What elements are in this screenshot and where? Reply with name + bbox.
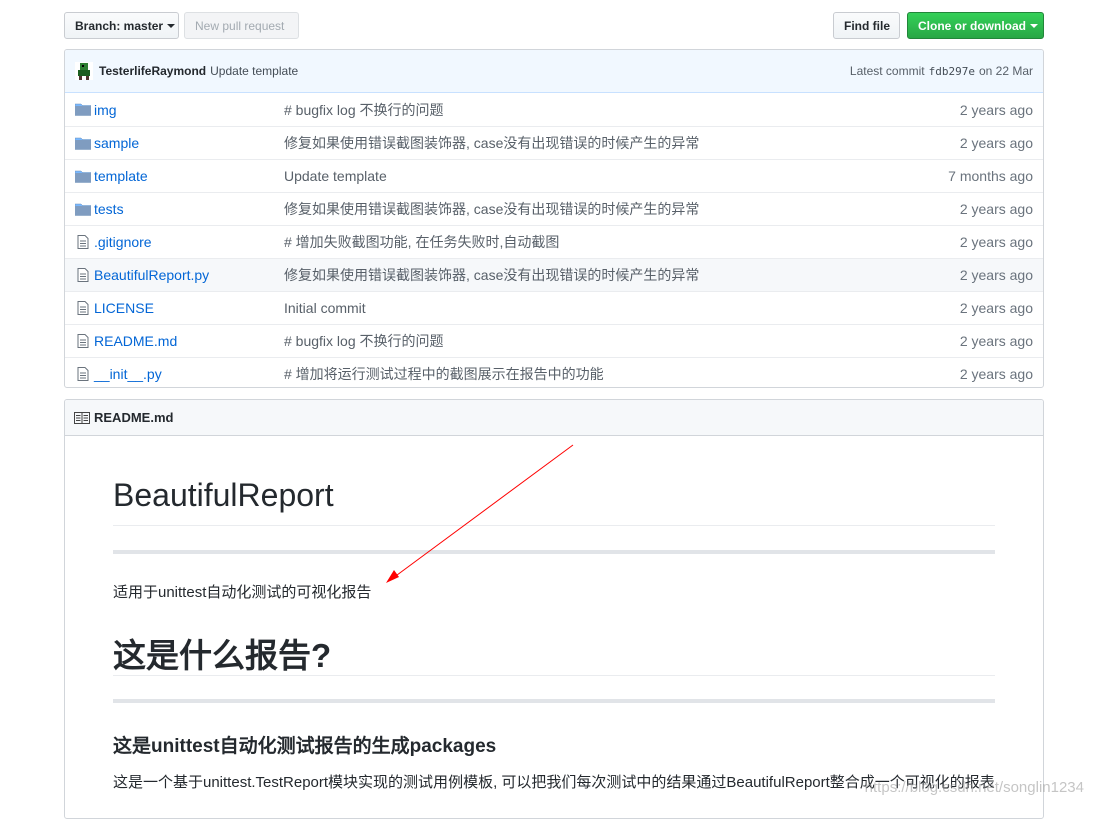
file-name-link[interactable]: template: [94, 168, 148, 184]
commit-age: 2 years ago: [959, 300, 1033, 316]
file-name-link[interactable]: .gitignore: [94, 234, 152, 250]
file-name-link[interactable]: __init__.py: [94, 366, 162, 382]
folder-icon: [74, 102, 92, 116]
horizontal-rule: [113, 550, 995, 554]
file-row: LICENSE Initial commit 2 years ago: [65, 291, 1043, 324]
commit-age: 2 years ago: [959, 101, 1033, 118]
commit-message-link[interactable]: Update template: [210, 64, 298, 78]
file-name-link[interactable]: LICENSE: [94, 300, 154, 316]
commit-message-link[interactable]: 修复如果使用错误截图装饰器, case没有出现错误的时候产生的异常: [284, 265, 699, 285]
find-file-button[interactable]: Find file: [833, 12, 900, 39]
repo-toolbar: Branch: master New pull request Find fil…: [64, 12, 1044, 39]
commit-message-link[interactable]: # 增加将运行测试过程中的截图展示在报告中的功能: [284, 364, 604, 384]
file-icon: [75, 235, 91, 249]
commit-age: 2 years ago: [959, 201, 1033, 217]
readme-filename: README.md: [94, 410, 174, 425]
file-icon: [75, 268, 91, 282]
clone-label: Clone or download: [918, 18, 1026, 33]
file-row: tests 修复如果使用错误截图装饰器, case没有出现错误的时候产生的异常 2 …: [65, 192, 1043, 225]
file-icon: [75, 301, 91, 315]
branch-select-button[interactable]: Branch: master: [64, 12, 179, 39]
commit-age: 2 years ago: [959, 135, 1033, 151]
folder-icon: [74, 169, 92, 183]
commit-message-link[interactable]: 修复如果使用错误截图装饰器, case没有出现错误的时候产生的异常: [284, 133, 699, 153]
readme-title: BeautifulReport: [113, 477, 334, 513]
commit-message-link[interactable]: Initial commit: [284, 300, 366, 316]
file-icon: [75, 334, 91, 348]
watermark: https://blog.csdn.net/songlin1234: [864, 779, 1084, 796]
latest-commit-label: Latest commit: [849, 64, 925, 78]
commit-sha-link[interactable]: fdb297e: [929, 65, 975, 78]
new-pull-request-button[interactable]: New pull request: [184, 12, 299, 39]
commit-message-link[interactable]: # bugfix log 不换行的问题: [284, 100, 444, 120]
find-file-label: Find file: [844, 18, 890, 33]
file-row: __init__.py # 增加将运行测试过程中的截图展示在报告中的功能 2 yea…: [65, 357, 1043, 387]
readme-heading-what: 这是什么报告?: [113, 637, 332, 674]
file-row: BeautifulReport.py 修复如果使用错误截图装饰器, case没有出…: [65, 258, 1043, 291]
chevron-down-icon: [1030, 23, 1038, 28]
file-name-link[interactable]: tests: [94, 201, 124, 217]
commit-message-link[interactable]: 修复如果使用错误截图装饰器, case没有出现错误的时候产生的异常: [284, 199, 699, 219]
file-name-link[interactable]: README.md: [94, 333, 177, 349]
file-name-link[interactable]: img: [94, 102, 117, 118]
commit-message-link[interactable]: # 增加失败截图功能, 在任务失败时,自动截图: [284, 232, 559, 252]
heading-divider: [113, 525, 995, 526]
avatar[interactable]: [75, 62, 93, 80]
readme-panel: README.md BeautifulReport 适用于unittest自动化…: [64, 399, 1044, 819]
commit-date: on 22 Mar: [978, 64, 1033, 78]
file-icon: [75, 367, 91, 381]
commit-age: 2 years ago: [959, 267, 1033, 283]
readme-header: README.md: [65, 400, 1043, 436]
new-pr-label: New pull request: [195, 18, 285, 33]
heading-divider: [113, 675, 995, 676]
file-row: template Update template 7 months ago: [65, 159, 1043, 192]
horizontal-rule: [113, 699, 995, 703]
commit-age: 2 years ago: [959, 333, 1033, 349]
commit-message-link[interactable]: # bugfix log 不换行的问题: [284, 331, 444, 351]
readme-subheading: 这是unittest自动化测试报告的生成packages: [113, 736, 497, 757]
commit-tease: TesterlifeRaymond Update template Latest…: [65, 50, 1043, 93]
file-row: .gitignore # 增加失败截图功能, 在任务失败时,自动截图 2 years…: [65, 225, 1043, 258]
clone-or-download-button[interactable]: Clone or download: [907, 12, 1044, 39]
latest-commit-info: Latest commit fdb297e on 22 Mar: [850, 50, 1033, 92]
folder-icon: [74, 202, 92, 216]
commit-age: 7 months ago: [948, 168, 1033, 184]
readme-intro: 适用于unittest自动化测试的可视化报告: [113, 584, 372, 601]
folder-icon: [74, 136, 92, 150]
file-name-link[interactable]: BeautifulReport.py: [94, 267, 209, 283]
commit-age: 2 years ago: [959, 366, 1033, 382]
file-row: README.md # bugfix log 不换行的问题 2 years ago: [65, 324, 1043, 357]
commit-author-link[interactable]: TesterlifeRaymond: [99, 64, 206, 78]
file-row: img # bugfix log 不换行的问题 2 years ago: [65, 93, 1043, 126]
file-row: sample 修复如果使用错误截图装饰器, case没有出现错误的时候产生的异常 2…: [65, 126, 1043, 159]
file-list: TesterlifeRaymond Update template Latest…: [64, 49, 1044, 388]
commit-message-link[interactable]: Update template: [284, 168, 387, 184]
book-icon: [74, 411, 90, 424]
readme-paragraph: 这是一个基于unittest.TestReport模块实现的测试用例模板, 可以…: [113, 774, 995, 791]
commit-age: 2 years ago: [959, 234, 1033, 250]
chevron-down-icon: [167, 23, 176, 28]
branch-label: Branch: master: [75, 18, 164, 33]
file-name-link[interactable]: sample: [94, 135, 139, 151]
